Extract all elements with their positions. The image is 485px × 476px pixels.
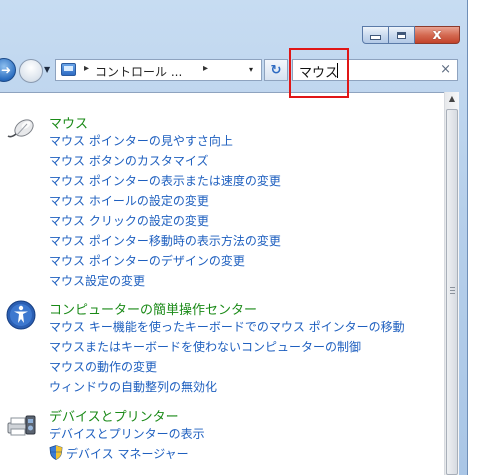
group-title-mouse[interactable]: マウス (49, 113, 88, 132)
link-pointer-move-display[interactable]: マウス ポインター移動時の表示方法の変更 (49, 232, 281, 249)
close-icon: x (432, 27, 442, 43)
navigation-row: ➜ ▼ ▸ コントロール ... ▸ ▾ ↻ マウス × (0, 55, 467, 88)
devices-printers-icon (7, 415, 36, 436)
link-device-manager[interactable]: デバイス マネージャー (66, 445, 189, 462)
control-panel-icon (61, 63, 76, 76)
search-highlight-box (289, 48, 349, 98)
recent-pages-dropdown[interactable]: ▼ (44, 65, 50, 74)
minimize-icon (370, 35, 381, 40)
scrollbar-thumb[interactable] (446, 109, 458, 475)
link-mouse-behavior[interactable]: マウスの動作の変更 (49, 358, 157, 375)
ease-of-access-icon (6, 300, 36, 330)
link-pointer-speed[interactable]: マウス ポインターの表示または速度の変更 (49, 172, 281, 189)
scroll-up-icon[interactable]: ▲ (447, 94, 457, 107)
breadcrumb-separator-icon[interactable]: ▸ (203, 63, 208, 74)
link-customize-buttons[interactable]: マウス ボタンのカスタマイズ (49, 152, 208, 169)
link-pointer-design[interactable]: マウス ポインターのデザインの変更 (49, 252, 245, 269)
mouse-icon (7, 119, 34, 138)
back-button[interactable]: ➜ (0, 58, 16, 82)
link-disable-auto-arrange[interactable]: ウィンドウの自動整列の無効化 (49, 378, 217, 395)
minimize-button[interactable] (362, 26, 389, 44)
maximize-button[interactable] (389, 26, 415, 44)
refresh-icon: ↻ (270, 62, 282, 78)
clear-search-icon[interactable]: × (440, 62, 451, 77)
title-bar: x (0, 0, 467, 52)
group-title-devices-printers[interactable]: デバイスとプリンター (49, 406, 179, 425)
link-pointer-visibility[interactable]: マウス ポインターの見やすさ向上 (49, 132, 233, 149)
search-results-pane: マウス マウス ポインターの見やすさ向上 マウス ボタンのカスタマイズ マウス … (0, 92, 457, 476)
scrollbar-grip-icon (450, 287, 455, 294)
close-button[interactable]: x (415, 26, 460, 44)
forward-button[interactable] (19, 59, 43, 83)
group-title-ease-of-access[interactable]: コンピューターの簡単操作センター (49, 299, 257, 318)
link-wheel-settings[interactable]: マウス ホイールの設定の変更 (49, 192, 209, 209)
link-mouse-keys[interactable]: マウス キー機能を使ったキーボードでのマウス ポインターの移動 (49, 318, 405, 335)
maximize-icon (397, 31, 406, 39)
address-dropdown-icon[interactable]: ▾ (249, 65, 253, 74)
link-mouse-settings[interactable]: マウス設定の変更 (49, 272, 145, 289)
caption-buttons: x (362, 26, 460, 45)
link-control-without-mouse-keyboard[interactable]: マウスまたはキーボードを使わないコンピューターの制御 (49, 338, 361, 355)
breadcrumb-control-panel[interactable]: コントロール ... (95, 63, 182, 80)
address-bar[interactable]: ▸ コントロール ... ▸ ▾ (55, 59, 262, 81)
uac-shield-icon (49, 445, 63, 460)
back-arrow-icon: ➜ (0, 63, 11, 77)
link-click-settings[interactable]: マウス クリックの設定の変更 (49, 212, 209, 229)
vertical-scrollbar[interactable]: ▲ (444, 92, 459, 475)
link-view-devices-printers[interactable]: デバイスとプリンターの表示 (49, 425, 205, 442)
breadcrumb-separator-icon[interactable]: ▸ (84, 63, 89, 74)
refresh-button[interactable]: ↻ (264, 59, 288, 81)
